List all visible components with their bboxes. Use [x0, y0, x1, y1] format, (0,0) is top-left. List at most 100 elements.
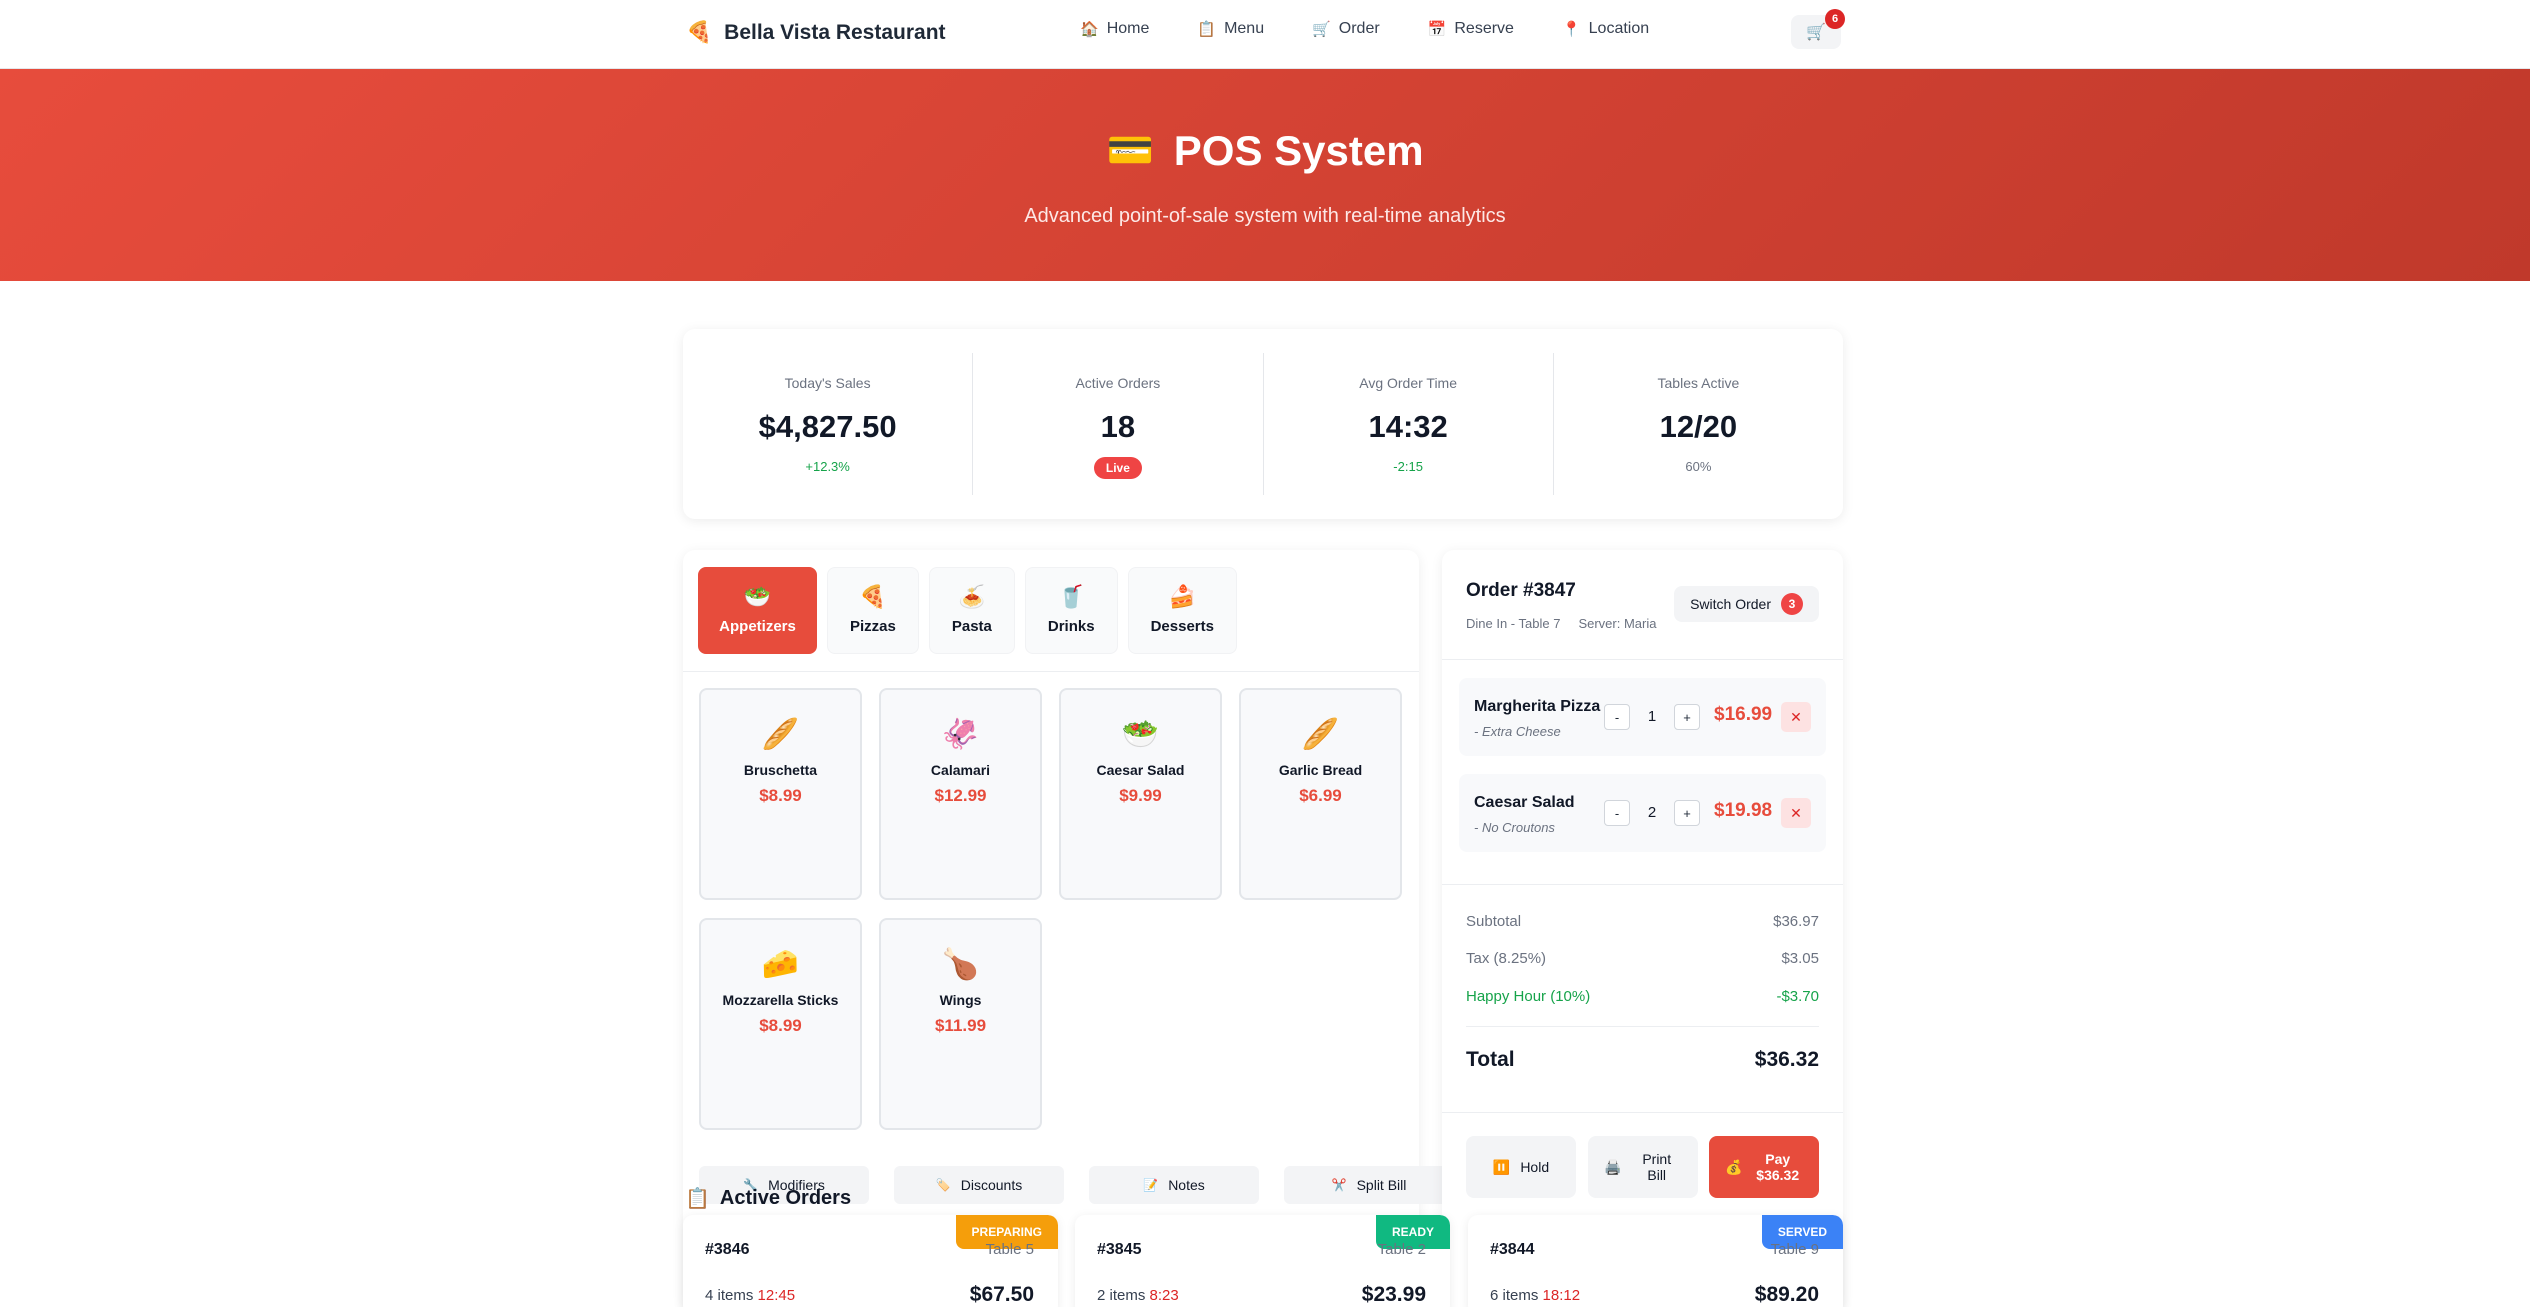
line-item-name: Caesar Salad	[1474, 794, 1575, 811]
menu-item-wings[interactable]: 🍗 Wings $11.99	[879, 918, 1042, 1130]
drumstick-icon: 🍗	[941, 948, 980, 981]
tab-label: Pizzas	[850, 618, 896, 635]
stat-avg-order-time: Avg Order Time 14:32 -2:15	[1264, 353, 1554, 495]
order-type: Dine In - Table 7	[1466, 616, 1561, 631]
increase-qty-button[interactable]: +	[1674, 704, 1700, 730]
subtotal-label: Subtotal	[1466, 913, 1522, 930]
cart-icon: 🛒	[1806, 24, 1826, 41]
nav-link-menu[interactable]: 📋 Menu	[1197, 20, 1264, 38]
quantity-value: 1	[1647, 708, 1657, 725]
stat-active-orders: Active Orders 18 Live	[973, 353, 1264, 495]
live-badge: Live	[1093, 457, 1142, 479]
home-icon: 🏠	[1080, 21, 1099, 38]
menu-item-price: $8.99	[759, 1016, 802, 1035]
brand[interactable]: 🍕 Bella Vista Restaurant	[686, 18, 946, 48]
decrease-qty-button[interactable]: -	[1604, 800, 1630, 826]
nav-link-label: Reserve	[1454, 20, 1514, 37]
active-orders-heading: 📋 Active Orders	[685, 1186, 851, 1211]
discount-value: -$3.70	[1776, 988, 1819, 1005]
active-order-items: 4 items 12:45	[705, 1287, 795, 1304]
clipboard-icon: 📋	[1197, 21, 1217, 38]
nav-link-order[interactable]: 🛒 Order	[1312, 20, 1380, 38]
active-order-number: #3845	[1097, 1241, 1142, 1258]
tab-pasta[interactable]: 🍝 Pasta	[928, 567, 1015, 654]
active-order-card[interactable]: PREPARING #3846 Table 5 4 items 12:45 $6…	[683, 1215, 1058, 1307]
menu-item-calamari[interactable]: 🦑 Calamari $12.99	[879, 688, 1042, 900]
cart-button[interactable]: 🛒 6	[1791, 9, 1845, 49]
divider	[1442, 1112, 1843, 1113]
nav-link-home[interactable]: 🏠 Home	[1080, 20, 1149, 38]
decrease-qty-button[interactable]: -	[1604, 704, 1630, 730]
notes-button[interactable]: 📝 Notes	[1089, 1166, 1259, 1204]
active-order-card[interactable]: READY #3845 Table 2 2 items 8:23 $23.99	[1075, 1215, 1450, 1307]
pizza-logo-icon: 🍕	[686, 21, 713, 44]
current-order-panel: Order #3847 Dine In - Table 7 Server: Ma…	[1442, 550, 1843, 1307]
elapsed-time: 12:45	[757, 1287, 796, 1304]
drink-icon: 🥤	[1057, 584, 1085, 609]
nav-link-label: Menu	[1224, 20, 1265, 37]
menu-item-name: Caesar Salad	[1096, 762, 1185, 778]
stat-value: 12/20	[1659, 409, 1738, 444]
tax-row: Tax (8.25%) $3.05	[1466, 950, 1819, 967]
active-order-total: $67.50	[969, 1283, 1034, 1306]
bread-icon: 🥖	[1301, 718, 1340, 751]
divider	[1442, 659, 1843, 660]
increase-qty-button[interactable]: +	[1674, 800, 1700, 826]
tax-value: $3.05	[1781, 950, 1819, 967]
total-value: $36.32	[1754, 1048, 1819, 1071]
cake-icon: 🍰	[1168, 584, 1196, 609]
top-navbar: 🍕 Bella Vista Restaurant 🏠 Home 📋 Menu 🛒…	[0, 0, 2530, 69]
nav-links: 🏠 Home 📋 Menu 🛒 Order 📅 Reserve 📍 Locati…	[1080, 20, 1649, 38]
tab-desserts[interactable]: 🍰 Desserts	[1127, 567, 1237, 654]
page-subtitle: Advanced point-of-sale system with real-…	[1024, 205, 1506, 227]
print-bill-button[interactable]: 🖨️ Print Bill	[1588, 1136, 1698, 1198]
cart-count-badge: 6	[1825, 9, 1845, 29]
switch-order-button[interactable]: Switch Order 3	[1674, 586, 1819, 622]
menu-item-mozzarella-sticks[interactable]: 🧀 Mozzarella Sticks $8.99	[699, 918, 862, 1130]
menu-item-price: $12.99	[934, 786, 987, 805]
split-bill-button[interactable]: ✂️ Split Bill	[1284, 1166, 1454, 1204]
menu-item-price: $9.99	[1119, 786, 1162, 805]
tab-pizzas[interactable]: 🍕 Pizzas	[827, 567, 919, 654]
order-line-item: Margherita Pizza - Extra Cheese - 1 + $1…	[1459, 678, 1826, 756]
tab-drinks[interactable]: 🥤 Drinks	[1024, 567, 1118, 654]
tag-icon: 🏷️	[935, 1178, 951, 1192]
item-count: 6 items	[1490, 1287, 1539, 1304]
nav-link-location[interactable]: 📍 Location	[1562, 20, 1649, 38]
menu-item-caesar-salad[interactable]: 🥗 Caesar Salad $9.99	[1059, 688, 1222, 900]
stat-value: 18	[1100, 409, 1136, 444]
remove-item-button[interactable]: ✕	[1781, 798, 1811, 828]
tab-label: Pasta	[951, 618, 992, 635]
tool-label: Notes	[1168, 1177, 1205, 1193]
discount-row: Happy Hour (10%) -$3.70	[1466, 988, 1819, 1005]
pay-button[interactable]: 💰 Pay $36.32	[1709, 1136, 1819, 1198]
tab-appetizers[interactable]: 🥗 Appetizers	[698, 567, 817, 654]
active-order-card[interactable]: SERVED #3844 Table 9 6 items 18:12 $89.2…	[1468, 1215, 1843, 1307]
menu-item-name: Bruschetta	[743, 762, 818, 778]
item-count: 2 items	[1097, 1287, 1146, 1304]
discounts-button[interactable]: 🏷️ Discounts	[894, 1166, 1064, 1204]
stat-value: 14:32	[1368, 409, 1448, 444]
bread-icon: 🥖	[761, 718, 800, 751]
divider	[1466, 1026, 1819, 1027]
elapsed-time: 8:23	[1149, 1287, 1179, 1304]
menu-item-name: Garlic Bread	[1278, 762, 1363, 778]
line-item-name: Margherita Pizza	[1474, 698, 1601, 715]
stat-delta: +12.3%	[805, 459, 850, 474]
switch-order-label: Switch Order	[1690, 596, 1771, 612]
active-order-number: #3844	[1490, 1241, 1535, 1258]
nav-link-label: Location	[1588, 20, 1650, 37]
nav-link-reserve[interactable]: 📅 Reserve	[1428, 20, 1514, 38]
remove-item-button[interactable]: ✕	[1781, 702, 1811, 732]
hold-button[interactable]: ⏸️ Hold	[1466, 1136, 1576, 1198]
stats-panel: Today's Sales $4,827.50 +12.3% Active Or…	[683, 329, 1843, 519]
menu-item-garlic-bread[interactable]: 🥖 Garlic Bread $6.99	[1239, 688, 1402, 900]
stat-label: Active Orders	[1075, 375, 1161, 391]
menu-item-price: $6.99	[1299, 786, 1342, 805]
menu-item-price: $8.99	[759, 786, 802, 805]
tool-label: Discounts	[960, 1177, 1023, 1193]
elapsed-time: 18:12	[1542, 1287, 1581, 1304]
menu-item-bruschetta[interactable]: 🥖 Bruschetta $8.99	[699, 688, 862, 900]
pin-icon: 📍	[1561, 21, 1581, 38]
clipboard-icon: 📋	[685, 1188, 710, 1210]
